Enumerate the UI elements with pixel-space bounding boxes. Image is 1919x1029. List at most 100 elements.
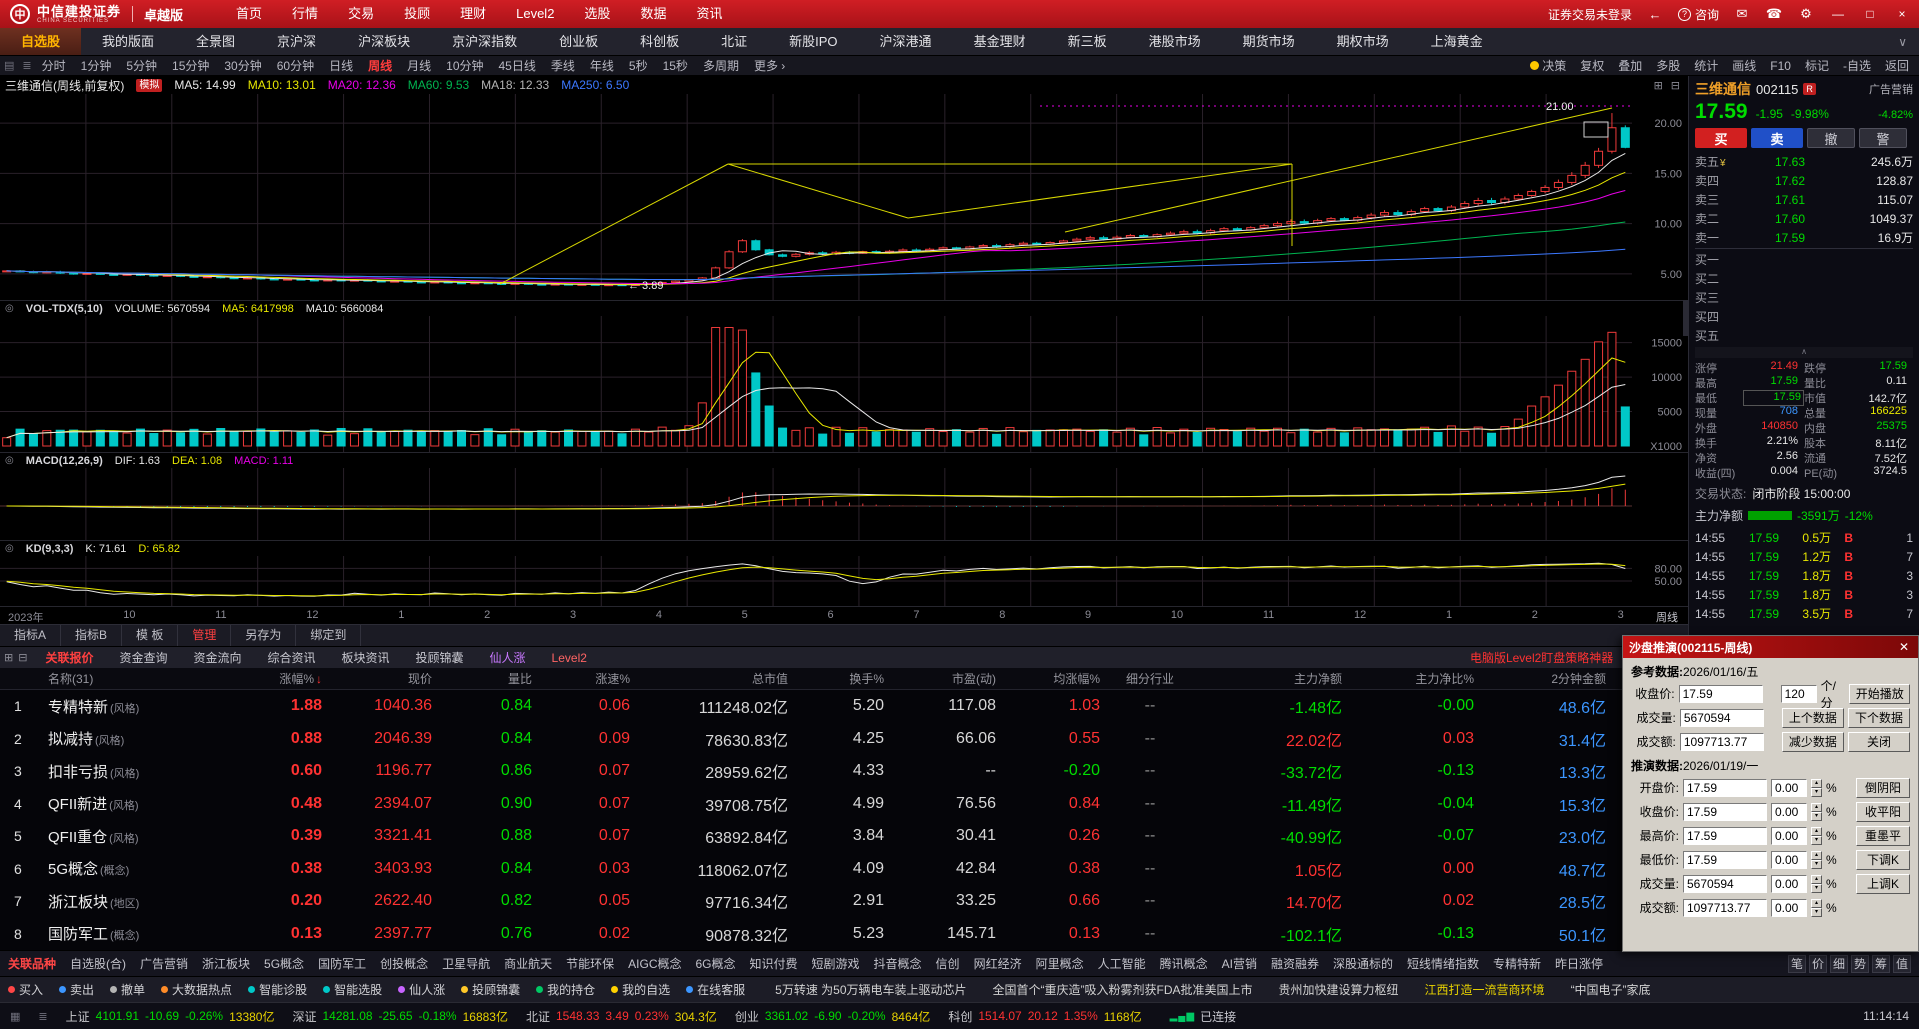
action-智能诊股[interactable]: 智能诊股 [248, 981, 307, 998]
mini-button-势[interactable]: 势 [1851, 955, 1869, 973]
header-price[interactable]: 现价 [330, 670, 440, 687]
dialog-title-bar[interactable]: 沙盘推演(002115-周线) ✕ [1623, 636, 1918, 658]
mini-button-值[interactable]: 值 [1893, 955, 1911, 973]
spin-up-icon[interactable]: ▴ [1811, 851, 1822, 860]
trade-button-警[interactable]: 警 [1859, 128, 1907, 148]
spin-up-icon[interactable]: ▴ [1811, 827, 1822, 836]
mini-button-筹[interactable]: 筹 [1872, 955, 1890, 973]
nav-tab-期权市场[interactable]: 期权市场 [1316, 28, 1410, 55]
chart-tab-绑定到[interactable]: 绑定到 [296, 625, 361, 646]
trade-button-买[interactable]: 买 [1695, 128, 1747, 148]
ref-volume-input[interactable] [1680, 709, 1764, 727]
tag-5G概念[interactable]: 5G概念 [264, 955, 304, 972]
action-买入[interactable]: 买入 [8, 981, 43, 998]
table-row[interactable]: 3扣非亏损(风格)0.601196.770.860.0728959.62亿4.3… [0, 755, 1688, 788]
phone-icon[interactable]: ☎ [1765, 6, 1783, 22]
close-button[interactable]: × [1893, 7, 1911, 21]
header-chg[interactable]: 涨幅%↓ [234, 670, 330, 687]
sim-value-input-1[interactable] [1683, 803, 1767, 821]
chart-tab-指标B[interactable]: 指标B [61, 625, 122, 646]
tag-卫星导航[interactable]: 卫星导航 [442, 955, 490, 972]
action-投顾锦囊[interactable]: 投顾锦囊 [461, 981, 520, 998]
tag-短剧游戏[interactable]: 短剧游戏 [812, 955, 860, 972]
action-大数据热点[interactable]: 大数据热点 [161, 981, 232, 998]
sim-value-input-4[interactable] [1683, 875, 1767, 893]
nav-tab-期货市场[interactable]: 期货市场 [1222, 28, 1316, 55]
bid-row[interactable]: 买四 [1695, 307, 1913, 326]
sim-value-input-3[interactable] [1683, 851, 1767, 869]
macd-chart[interactable] [0, 468, 1688, 540]
nav-tab-北证[interactable]: 北证 [700, 28, 768, 55]
tag-专精特新[interactable]: 专精特新 [1493, 955, 1541, 972]
tick-list[interactable]: 14:5517.590.5万B114:5517.591.2万B714:5517.… [1695, 528, 1913, 623]
back-arrow-icon[interactable]: ← [1646, 7, 1664, 22]
spin-up-icon[interactable]: ▴ [1811, 899, 1822, 908]
start-play-button[interactable]: 开始播放 [1849, 684, 1910, 704]
list-tab-仙人涨[interactable]: 仙人涨 [477, 647, 539, 669]
tag-知识付费[interactable]: 知识付费 [750, 955, 798, 972]
tag-广告营销[interactable]: 广告营销 [140, 955, 188, 972]
close-icon[interactable]: ✕ [1896, 640, 1912, 654]
list-tab-Level2[interactable]: Level2 [539, 647, 600, 669]
consult-button[interactable]: ?咨询 [1678, 6, 1719, 23]
nav-tab-创业板[interactable]: 创业板 [538, 28, 619, 55]
tool-复权[interactable]: 复权 [1580, 57, 1604, 74]
indicator-settings-icon[interactable]: ◎ [5, 303, 14, 314]
nav-tab-港股市场[interactable]: 港股市场 [1128, 28, 1222, 55]
grid-icon[interactable]: ⊞ [4, 651, 13, 664]
nav-tab-我的版面[interactable]: 我的版面 [81, 28, 175, 55]
tool--自选[interactable]: -自选 [1843, 57, 1871, 74]
table-row[interactable]: 4QFII新进(风格)0.482394.070.900.0739708.75亿4… [0, 788, 1688, 821]
list-tab-综合资讯[interactable]: 综合资讯 [254, 647, 328, 669]
action-卖出[interactable]: 卖出 [59, 981, 94, 998]
mini-button-笔[interactable]: 笔 [1788, 955, 1806, 973]
mail-icon[interactable]: ✉ [1733, 6, 1751, 22]
ask-row[interactable]: 卖二17.601049.37 [1695, 209, 1913, 228]
header-lb[interactable]: 量比 [440, 670, 540, 687]
ask-row[interactable]: 卖三17.61115.07 [1695, 190, 1913, 209]
maximize-button[interactable]: □ [1861, 7, 1879, 21]
bid-row[interactable]: 买一 [1695, 250, 1913, 269]
play-speed-input[interactable] [1781, 685, 1817, 703]
action-我的自选[interactable]: 我的自选 [611, 981, 670, 998]
menu-item-资讯[interactable]: 资讯 [681, 0, 737, 28]
action-撤单[interactable]: 撤单 [110, 981, 145, 998]
tool-叠加[interactable]: 叠加 [1618, 57, 1642, 74]
period-日线[interactable]: 日线 [329, 57, 353, 74]
chart-tab-指标A[interactable]: 指标A [0, 625, 61, 646]
spin-down-icon[interactable]: ▾ [1811, 836, 1822, 845]
header-zl[interactable]: 主力净额 [1200, 670, 1350, 687]
tool-F10[interactable]: F10 [1770, 59, 1791, 73]
header-zlb[interactable]: 主力净比% [1350, 670, 1482, 687]
ask-row[interactable]: 卖四17.62128.87 [1695, 171, 1913, 190]
spin-down-icon[interactable]: ▾ [1811, 788, 1822, 797]
spin-up-icon[interactable]: ▴ [1811, 803, 1822, 812]
bid-row[interactable]: 买五 [1695, 326, 1913, 345]
tool-统计[interactable]: 统计 [1694, 57, 1718, 74]
period-10分钟[interactable]: 10分钟 [446, 57, 483, 74]
prev-data-button[interactable]: 上个数据 [1782, 708, 1844, 728]
ask-row[interactable]: 卖五¥17.63245.6万 [1695, 152, 1913, 171]
header-spd[interactable]: 涨速% [540, 670, 638, 687]
nav-tab-基金理财[interactable]: 基金理财 [953, 28, 1047, 55]
header-mcap[interactable]: 总市值 [638, 670, 796, 687]
nav-tab-新三板[interactable]: 新三板 [1047, 28, 1128, 55]
tag-AI营销[interactable]: AI营销 [1222, 955, 1257, 972]
period-年线[interactable]: 年线 [590, 57, 614, 74]
mini-button-价[interactable]: 价 [1809, 955, 1827, 973]
settings-gear-icon[interactable]: ⚙ [1797, 6, 1815, 22]
nav-tab-自选股[interactable]: 自选股 [0, 28, 81, 55]
header-name[interactable]: 名称(31) [44, 670, 234, 687]
login-status[interactable]: 证券交易未登录 [1548, 6, 1632, 23]
header-amt[interactable]: 2分钟金额 [1482, 670, 1614, 687]
main-candlestick-chart[interactable]: 20.0015.0010.005.0021.00← 3.89 [0, 94, 1688, 300]
bid-row[interactable]: 买三 [1695, 288, 1913, 307]
ticker-item-4[interactable]: “中国电子”家底 [1571, 981, 1651, 998]
table-row[interactable]: 8国防军工(概念)0.132397.770.760.0290878.32亿5.2… [0, 918, 1688, 951]
header-ind[interactable]: 细分行业 [1108, 670, 1200, 687]
period-5分钟[interactable]: 5分钟 [126, 57, 157, 74]
sim-pct-input-0[interactable] [1771, 779, 1807, 797]
next-data-button[interactable]: 下个数据 [1848, 708, 1910, 728]
period-60分钟[interactable]: 60分钟 [277, 57, 314, 74]
tag-创投概念[interactable]: 创投概念 [380, 955, 428, 972]
